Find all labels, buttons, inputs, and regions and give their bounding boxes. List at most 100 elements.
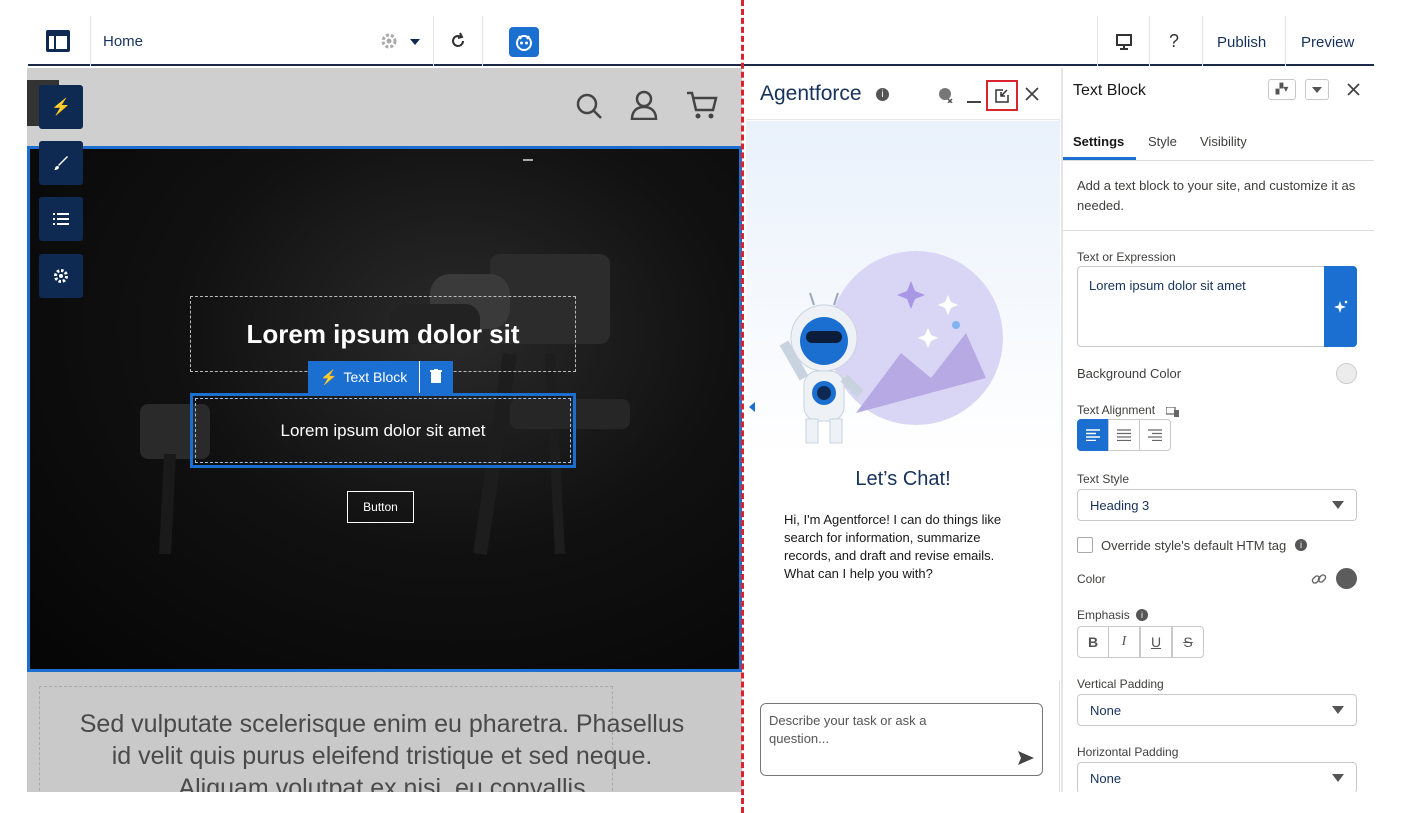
tab-style[interactable]: Style [1148, 134, 1177, 149]
responsive-device-icon[interactable] [1165, 404, 1179, 417]
page-structure-list-icon[interactable] [39, 197, 83, 241]
toolbar-divider [433, 16, 434, 66]
panel-close-icon[interactable] [1347, 83, 1360, 96]
emphasis-label: Emphasis [1077, 608, 1130, 622]
background-color-swatch[interactable] [1336, 363, 1357, 384]
component-description: Add a text block to your site, and custo… [1077, 178, 1356, 213]
panel-menu-chevron-down-icon[interactable] [1305, 79, 1329, 100]
text-style-value: Heading 3 [1090, 498, 1150, 513]
toolbar-divider [419, 361, 421, 393]
underline-label: U [1150, 634, 1162, 650]
preview-button[interactable]: Preview [1301, 34, 1354, 51]
tab-bar [1063, 160, 1374, 161]
toolbar-divider [1285, 16, 1286, 66]
agent-privacy-icon[interactable] [938, 87, 954, 104]
text-block-tag: Text Block [343, 369, 408, 385]
properties-panel: Text Block ▞▾ Settings Style Visibility … [1061, 68, 1374, 792]
hero-heading: Lorem ipsum dolor sit [246, 318, 520, 349]
page-selector[interactable]: Home [103, 33, 143, 50]
override-info-icon[interactable]: i [1295, 539, 1307, 551]
send-icon[interactable] [1018, 751, 1034, 765]
strikethrough-label: S [1183, 634, 1193, 650]
text-expression-value: Lorem ipsum dolor sit amet [1089, 278, 1246, 293]
bold-label: B [1087, 634, 1099, 650]
chat-input-placeholder: Describe your task or ask a question... [769, 713, 927, 746]
components-lightning-icon[interactable]: ⚡ [39, 85, 83, 129]
align-right-button[interactable] [1139, 419, 1171, 451]
toolbar-divider [1202, 16, 1203, 66]
text-color-swatch[interactable] [1336, 568, 1357, 589]
selected-text-block[interactable]: Lorem ipsum dolor sit amet [190, 393, 576, 468]
page-menu-chevron-down-icon[interactable] [410, 39, 420, 45]
horizontal-padding-value: None [1090, 771, 1122, 786]
align-left-button[interactable] [1077, 419, 1109, 451]
align-center-button[interactable] [1108, 419, 1140, 451]
experience-builder: Home ? Publish Preview Lorem ipsum dolor… [0, 0, 1414, 813]
text-alignment-label: Text Alignment [1077, 403, 1156, 417]
delete-icon[interactable] [430, 368, 443, 386]
italic-button[interactable]: I [1108, 626, 1140, 658]
tab-settings[interactable]: Settings [1073, 134, 1124, 149]
emphasis-info-icon[interactable]: i [1136, 609, 1148, 621]
link-icon[interactable] [1311, 571, 1327, 587]
panel-title: Text Block [1073, 82, 1146, 99]
cart-icon[interactable] [686, 90, 718, 120]
italic-label: I [1121, 634, 1127, 649]
vertical-padding-value: None [1090, 703, 1122, 718]
component-variant-icon[interactable]: ▞▾ [1268, 79, 1296, 100]
settings-gear-icon[interactable] [39, 254, 83, 298]
help-icon[interactable]: ? [1169, 31, 1179, 52]
chevron-down-icon [1332, 501, 1344, 509]
sidebar-toggle-icon[interactable] [46, 30, 70, 52]
search-icon[interactable] [575, 92, 603, 120]
hero-button[interactable]: Button [347, 491, 414, 523]
toolbar-divider [482, 16, 483, 66]
theme-brush-icon[interactable] [39, 141, 83, 185]
collapse-arrow-icon[interactable] [749, 402, 755, 412]
close-icon[interactable] [1025, 87, 1039, 101]
agent-title: Agentforce [760, 82, 862, 105]
text-expression-label: Text or Expression [1077, 250, 1176, 264]
info-icon[interactable]: i [876, 88, 889, 101]
toolbar-divider [1149, 16, 1150, 66]
text-block-toolbar[interactable]: ⚡ Text Block [308, 361, 453, 393]
horizontal-padding-label: Horizontal Padding [1077, 745, 1179, 759]
tab-visibility[interactable]: Visibility [1200, 134, 1247, 149]
chat-input[interactable]: Describe your task or ask a question... [760, 703, 1043, 776]
horizontal-padding-select[interactable]: None [1077, 762, 1357, 792]
hero-button-label: Button [363, 500, 398, 514]
top-toolbar: Home ? Publish Preview [28, 16, 1374, 66]
minimize-icon[interactable] [967, 101, 981, 103]
device-preview-icon[interactable] [1115, 33, 1133, 51]
einstein-generate-icon[interactable] [1324, 266, 1357, 347]
toolbar-divider [90, 16, 91, 66]
emphasis-group: B I U S [1077, 626, 1205, 658]
agent-intro: Hi, I'm Agentforce! I can do things like… [784, 512, 1002, 581]
bold-button[interactable]: B [1077, 626, 1109, 658]
background-color-label: Background Color [1077, 366, 1182, 381]
user-icon[interactable] [630, 90, 658, 121]
color-label: Color [1077, 572, 1106, 586]
text-block-content: Lorem ipsum dolor sit amet [280, 420, 486, 440]
text-style-label: Text Style [1077, 472, 1130, 486]
bar-handle[interactable] [523, 159, 533, 161]
hero-banner[interactable]: Lorem ipsum dolor sit ⚡ Text Block Lorem… [27, 146, 742, 672]
strikethrough-button[interactable]: S [1172, 626, 1204, 658]
vertical-padding-label: Vertical Padding [1077, 677, 1164, 691]
publish-button[interactable]: Publish [1217, 34, 1266, 51]
toolbar-divider [1097, 16, 1098, 66]
site-canvas: Lorem ipsum dolor sit ⚡ Text Block Lorem… [27, 68, 742, 792]
text-alignment-group [1077, 419, 1173, 451]
split-divider [741, 0, 744, 813]
popout-icon[interactable] [986, 80, 1018, 111]
text-expression-input[interactable]: Lorem ipsum dolor sit amet [1077, 266, 1325, 347]
underline-button[interactable]: U [1140, 626, 1172, 658]
override-checkbox[interactable] [1077, 537, 1093, 553]
page-settings-gear-icon[interactable] [380, 32, 398, 50]
vertical-padding-select[interactable]: None [1077, 694, 1357, 726]
tab-active-underline [1063, 157, 1136, 160]
text-style-select[interactable]: Heading 3 [1077, 489, 1357, 521]
footer-paragraph: Sed vulputate scelerisque enim eu pharet… [79, 710, 685, 792]
refresh-icon[interactable] [448, 31, 468, 51]
agentforce-launcher-icon[interactable] [509, 27, 539, 57]
